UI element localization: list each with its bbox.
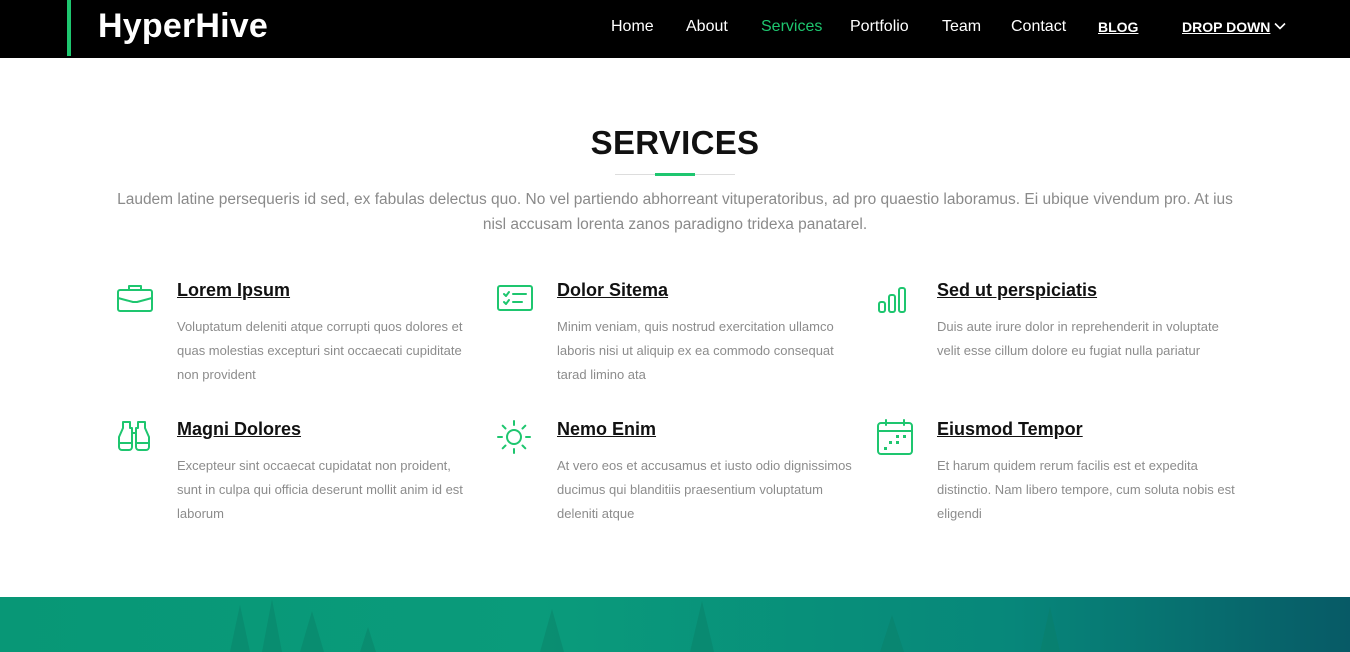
service-description: Excepteur sint occaecat cupidatat non pr… bbox=[177, 458, 463, 521]
brand-accent-bar bbox=[67, 0, 71, 56]
card-checklist-icon bbox=[497, 285, 533, 311]
service-title[interactable]: Nemo Enim bbox=[557, 419, 656, 440]
section-intro: Laudem latine persequeris id sed, ex fab… bbox=[117, 191, 1233, 233]
briefcase-icon bbox=[117, 285, 153, 312]
service-title[interactable]: Sed ut perspiciatis bbox=[937, 280, 1097, 301]
service-description: Duis aute irure dolor in reprehenderit i… bbox=[937, 319, 1219, 358]
sun-icon bbox=[497, 420, 531, 454]
title-divider-accent bbox=[655, 173, 695, 176]
binoculars-icon bbox=[118, 421, 150, 451]
nav-dropdown-label: DROP DOWN bbox=[1182, 19, 1271, 35]
service-description: Voluptatum deleniti atque corrupti quos … bbox=[177, 319, 463, 382]
service-title[interactable]: Magni Dolores bbox=[177, 419, 301, 440]
calendar-icon bbox=[877, 419, 913, 455]
service-title[interactable]: Eiusmod Tempor bbox=[937, 419, 1083, 440]
nav-home[interactable]: Home bbox=[611, 18, 654, 36]
nav-services[interactable]: Services bbox=[761, 18, 822, 36]
site-logo[interactable]: HyperHive bbox=[98, 7, 268, 46]
nav-contact[interactable]: Contact bbox=[1011, 18, 1066, 36]
next-section-banner bbox=[0, 597, 1350, 652]
forest-silhouette bbox=[230, 599, 1060, 652]
nav-about[interactable]: About bbox=[686, 18, 728, 36]
service-description: Minim veniam, quis nostrud exercitation … bbox=[557, 319, 834, 382]
bar-chart-icon bbox=[878, 287, 906, 313]
service-description: At vero eos et accusamus et iusto odio d… bbox=[557, 458, 852, 521]
nav-dropdown[interactable]: DROP DOWN bbox=[1182, 19, 1286, 35]
service-title[interactable]: Lorem Ipsum bbox=[177, 280, 290, 301]
nav-blog[interactable]: BLOG bbox=[1098, 19, 1138, 35]
site-header: HyperHive Home About Services Portfolio … bbox=[0, 0, 1350, 58]
service-title[interactable]: Dolor Sitema bbox=[557, 280, 668, 301]
nav-portfolio[interactable]: Portfolio bbox=[850, 18, 909, 36]
section-title: SERVICES bbox=[590, 124, 760, 161]
service-description: Et harum quidem rerum facilis est et exp… bbox=[937, 458, 1235, 521]
chevron-down-icon bbox=[1274, 23, 1286, 30]
nav-team[interactable]: Team bbox=[942, 18, 981, 36]
